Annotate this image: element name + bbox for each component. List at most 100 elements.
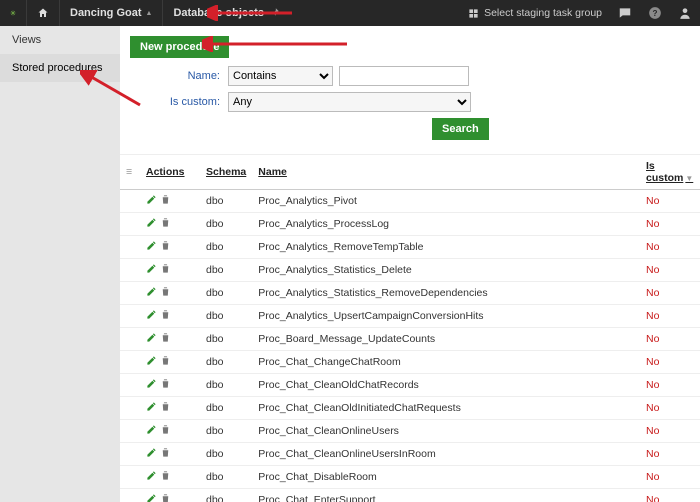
- filter-name-operator[interactable]: Contains: [228, 66, 333, 86]
- help-icon[interactable]: ?: [640, 0, 670, 26]
- top-bar: Dancing Goat ▲ Database objects Select s…: [0, 0, 700, 26]
- table-row: dboProc_Analytics_UpsertCampaignConversi…: [120, 305, 700, 328]
- cell-iscustom: No: [640, 328, 700, 351]
- edit-icon[interactable]: [146, 447, 158, 459]
- user-icon[interactable]: [670, 0, 700, 26]
- procedures-table: ≡ Actions Schema Name Is custom▼ dboProc…: [120, 155, 700, 502]
- new-procedure-button[interactable]: New procedure: [130, 36, 229, 58]
- cell-name: Proc_Chat_DisableRoom: [252, 466, 640, 489]
- table-row: dboProc_Analytics_PivotNo: [120, 190, 700, 213]
- cell-iscustom: No: [640, 397, 700, 420]
- sidebar: ViewsStored procedures: [0, 26, 120, 502]
- app-logo-icon[interactable]: [0, 0, 26, 26]
- cell-name: Proc_Chat_CleanOldChatRecords: [252, 374, 640, 397]
- chevron-down-icon: ▲: [146, 10, 153, 17]
- col-schema[interactable]: Schema: [200, 155, 252, 190]
- cell-iscustom: No: [640, 305, 700, 328]
- cell-name: Proc_Board_Message_UpdateCounts: [252, 328, 640, 351]
- table-row: dboProc_Board_Message_UpdateCountsNo: [120, 328, 700, 351]
- delete-icon[interactable]: [160, 217, 172, 229]
- edit-icon[interactable]: [146, 470, 158, 482]
- table-row: dboProc_Chat_CleanOldChatRecordsNo: [120, 374, 700, 397]
- delete-icon[interactable]: [160, 286, 172, 298]
- cell-schema: dbo: [200, 305, 252, 328]
- table-row: dboProc_Analytics_Statistics_RemoveDepen…: [120, 282, 700, 305]
- breadcrumb-site-label: Dancing Goat: [70, 7, 142, 19]
- edit-icon[interactable]: [146, 263, 158, 275]
- cell-name: Proc_Chat_CleanOnlineUsersInRoom: [252, 443, 640, 466]
- edit-icon[interactable]: [146, 194, 158, 206]
- table-row: dboProc_Chat_CleanOnlineUsersNo: [120, 420, 700, 443]
- cell-schema: dbo: [200, 420, 252, 443]
- cell-name: Proc_Analytics_UpsertCampaignConversionH…: [252, 305, 640, 328]
- table-row: dboProc_Chat_DisableRoomNo: [120, 466, 700, 489]
- table-row: dboProc_Chat_CleanOldInitiatedChatReques…: [120, 397, 700, 420]
- delete-icon[interactable]: [160, 401, 172, 413]
- home-icon[interactable]: [27, 0, 59, 26]
- cell-schema: dbo: [200, 282, 252, 305]
- search-button[interactable]: Search: [432, 118, 489, 140]
- edit-icon[interactable]: [146, 240, 158, 252]
- delete-icon[interactable]: [160, 493, 172, 502]
- breadcrumb-module-label: Database objects: [173, 7, 263, 19]
- cell-schema: dbo: [200, 351, 252, 374]
- cell-iscustom: No: [640, 374, 700, 397]
- cell-schema: dbo: [200, 443, 252, 466]
- sidebar-item-views[interactable]: Views: [0, 26, 120, 54]
- cell-schema: dbo: [200, 466, 252, 489]
- cell-iscustom: No: [640, 259, 700, 282]
- cell-name: Proc_Chat_CleanOnlineUsers: [252, 420, 640, 443]
- staging-task-group[interactable]: Select staging task group: [460, 0, 610, 26]
- cell-name: Proc_Analytics_Statistics_RemoveDependen…: [252, 282, 640, 305]
- delete-icon[interactable]: [160, 240, 172, 252]
- edit-icon[interactable]: [146, 378, 158, 390]
- chat-icon[interactable]: [610, 0, 640, 26]
- delete-icon[interactable]: [160, 470, 172, 482]
- col-actions[interactable]: Actions: [140, 155, 200, 190]
- delete-icon[interactable]: [160, 355, 172, 367]
- cell-name: Proc_Analytics_RemoveTempTable: [252, 236, 640, 259]
- cell-schema: dbo: [200, 213, 252, 236]
- edit-icon[interactable]: [146, 355, 158, 367]
- filter-iscustom-label: Is custom:: [130, 96, 220, 108]
- cell-iscustom: No: [640, 466, 700, 489]
- breadcrumb-site[interactable]: Dancing Goat ▲: [60, 0, 162, 26]
- edit-icon[interactable]: [146, 309, 158, 321]
- pin-icon[interactable]: [270, 7, 280, 20]
- delete-icon[interactable]: [160, 378, 172, 390]
- cell-schema: dbo: [200, 397, 252, 420]
- cell-schema: dbo: [200, 328, 252, 351]
- col-name[interactable]: Name: [252, 155, 640, 190]
- filter-name-value[interactable]: [339, 66, 469, 86]
- sidebar-item-stored-procedures[interactable]: Stored procedures: [0, 54, 120, 82]
- delete-icon[interactable]: [160, 332, 172, 344]
- delete-icon[interactable]: [160, 194, 172, 206]
- col-selector-icon[interactable]: ≡: [120, 155, 140, 190]
- main-content: New procedure Name: Contains Is custom: …: [120, 26, 700, 502]
- table-row: dboProc_Analytics_Statistics_DeleteNo: [120, 259, 700, 282]
- delete-icon[interactable]: [160, 309, 172, 321]
- cell-schema: dbo: [200, 489, 252, 502]
- edit-icon[interactable]: [146, 217, 158, 229]
- table-row: dboProc_Analytics_RemoveTempTableNo: [120, 236, 700, 259]
- col-iscustom[interactable]: Is custom▼: [640, 155, 700, 190]
- edit-icon[interactable]: [146, 332, 158, 344]
- filter-iscustom-select[interactable]: Any: [228, 92, 471, 112]
- delete-icon[interactable]: [160, 263, 172, 275]
- svg-text:?: ?: [653, 9, 658, 18]
- cell-schema: dbo: [200, 236, 252, 259]
- breadcrumb-module[interactable]: Database objects: [163, 0, 289, 26]
- cell-iscustom: No: [640, 420, 700, 443]
- delete-icon[interactable]: [160, 424, 172, 436]
- cell-schema: dbo: [200, 190, 252, 213]
- cell-name: Proc_Chat_CleanOldInitiatedChatRequests: [252, 397, 640, 420]
- table-row: dboProc_Chat_CleanOnlineUsersInRoomNo: [120, 443, 700, 466]
- edit-icon[interactable]: [146, 286, 158, 298]
- staging-task-group-label: Select staging task group: [484, 7, 602, 19]
- edit-icon[interactable]: [146, 401, 158, 413]
- table-row: dboProc_Chat_ChangeChatRoomNo: [120, 351, 700, 374]
- edit-icon[interactable]: [146, 493, 158, 502]
- cell-iscustom: No: [640, 213, 700, 236]
- edit-icon[interactable]: [146, 424, 158, 436]
- delete-icon[interactable]: [160, 447, 172, 459]
